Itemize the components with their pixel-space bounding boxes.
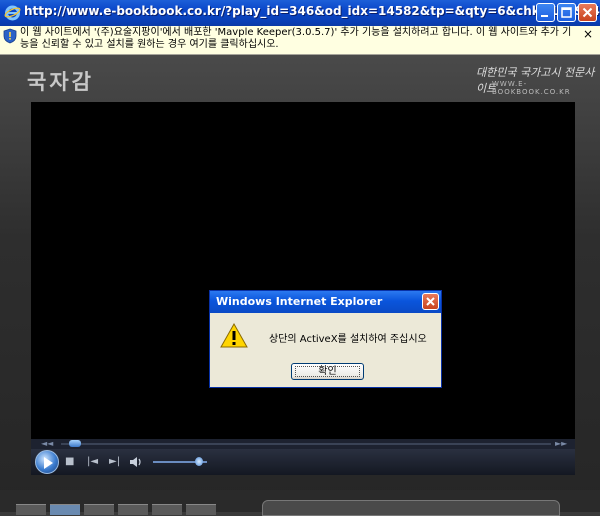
volume-icon[interactable]	[129, 456, 143, 468]
seek-thumb[interactable]	[68, 440, 81, 447]
play-button[interactable]	[35, 450, 59, 474]
site-url: WWW.E-BOOKBOOK.CO.KR	[492, 80, 571, 96]
infobar-message[interactable]: 이 웹 사이트에서 '(주)요술지팡이'에서 배포한 'Mavple Keepe…	[20, 27, 575, 51]
window-titlebar[interactable]: http://www.e-bookbook.co.kr/?play_id=346…	[0, 0, 600, 27]
minimize-button[interactable]	[536, 3, 555, 22]
dialog-close-button[interactable]	[422, 293, 439, 310]
bottom-tab[interactable]	[16, 504, 46, 515]
maximize-icon	[561, 7, 572, 18]
infobar-close-icon[interactable]: ×	[583, 27, 593, 41]
seek-track[interactable]	[61, 443, 551, 445]
forward-arrow-icon: ►►	[555, 439, 568, 448]
maximize-button[interactable]	[557, 3, 576, 22]
ok-button[interactable]: 확인	[291, 363, 364, 380]
security-infobar[interactable]: 이 웹 사이트에서 '(주)요술지팡이'에서 배포한 'Mavple Keepe…	[0, 26, 600, 55]
play-icon	[44, 457, 53, 469]
dialog-titlebar[interactable]: Windows Internet Explorer	[210, 291, 441, 313]
next-button[interactable]: ►|	[109, 457, 120, 467]
bottom-info-panel	[262, 500, 560, 516]
stop-button[interactable]: ■	[65, 457, 74, 467]
close-icon	[582, 7, 593, 18]
warning-icon	[220, 323, 248, 348]
close-window-button[interactable]	[578, 3, 597, 22]
bottom-tab[interactable]	[84, 504, 114, 515]
previous-button[interactable]: |◄	[87, 457, 98, 467]
alert-dialog: Windows Internet Explorer 상단의 ActiveX를 설…	[209, 290, 442, 388]
minimize-icon	[541, 15, 548, 17]
focus-rect	[295, 366, 360, 377]
shield-icon	[3, 28, 17, 44]
ie-logo-icon	[4, 5, 21, 21]
player-controls: ■ |◄ ►|	[31, 449, 575, 475]
bottom-tab[interactable]	[152, 504, 182, 515]
close-icon	[426, 297, 435, 306]
dialog-message: 상단의 ActiveX를 설치하여 주십시오	[269, 334, 427, 345]
window-title: http://www.e-bookbook.co.kr/?play_id=346…	[24, 4, 600, 18]
video-area[interactable]	[31, 102, 575, 439]
site-logo: 국자감	[27, 70, 94, 94]
rewind-arrow-icon: ◄◄	[41, 439, 54, 448]
dialog-title: Windows Internet Explorer	[216, 295, 383, 308]
bottom-tab[interactable]	[50, 504, 80, 515]
seek-bar[interactable]: ◄◄ ►►	[31, 439, 575, 449]
bottom-tab[interactable]	[186, 504, 216, 515]
volume-knob[interactable]	[194, 457, 203, 466]
bottom-tab[interactable]	[118, 504, 148, 515]
